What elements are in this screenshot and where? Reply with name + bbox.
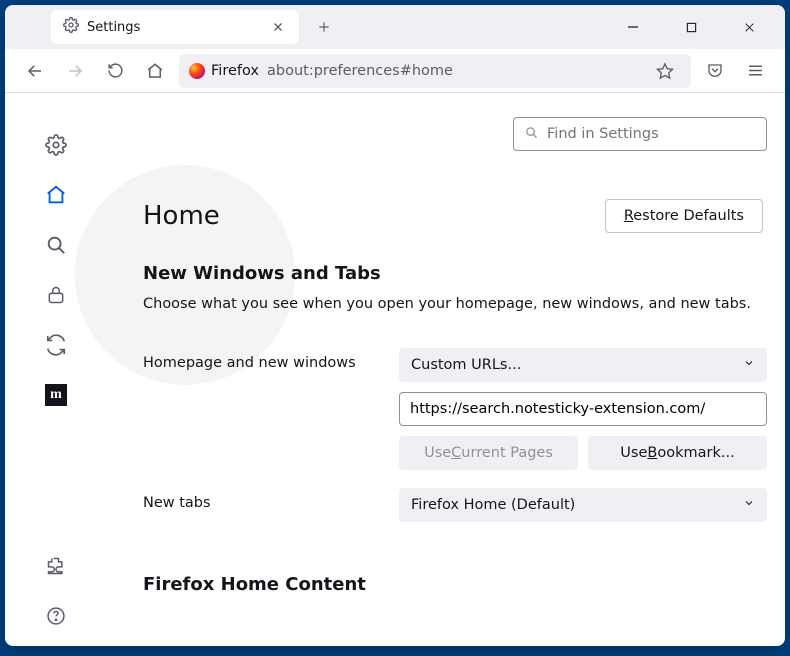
select-value: Firefox Home (Default) — [411, 497, 575, 513]
sidebar-item-more[interactable]: m — [44, 383, 68, 407]
close-tab-icon[interactable] — [269, 18, 287, 36]
homepage-label: Homepage and new windows — [143, 348, 385, 371]
urlbar-path: about:preferences#home — [267, 63, 453, 79]
sidebar-item-general[interactable] — [44, 133, 68, 157]
sidebar-item-extensions[interactable] — [44, 554, 68, 578]
chevron-down-icon — [743, 497, 755, 513]
firefox-icon — [189, 63, 205, 79]
bookmark-star-icon[interactable] — [649, 55, 681, 87]
settings-sidebar: m — [5, 93, 107, 646]
sidebar-item-search[interactable] — [44, 233, 68, 257]
settings-search-input[interactable] — [547, 126, 756, 142]
homepage-url-input[interactable] — [410, 393, 756, 425]
nav-toolbar: Firefox about:preferences#home — [5, 49, 785, 93]
new-tab-button[interactable] — [309, 12, 339, 42]
tab-title: Settings — [87, 20, 140, 35]
sidebar-item-home[interactable] — [44, 183, 68, 207]
chevron-down-icon — [743, 357, 755, 373]
gear-icon — [63, 17, 79, 37]
reload-button[interactable] — [99, 55, 131, 87]
search-icon — [524, 125, 539, 144]
window-maximize-button[interactable] — [671, 7, 711, 47]
back-button[interactable] — [19, 55, 51, 87]
newtabs-label: New tabs — [143, 488, 385, 511]
select-value: Custom URLs... — [411, 357, 521, 373]
firefox-window: Settings — [5, 5, 785, 646]
tab-strip: Settings — [5, 5, 785, 49]
app-menu-button[interactable] — [739, 55, 771, 87]
forward-button[interactable] — [59, 55, 91, 87]
use-current-pages-button[interactable]: Use Current Pages — [399, 436, 578, 470]
section-description: Choose what you see when you open your h… — [143, 294, 767, 316]
window-minimize-button[interactable] — [613, 7, 653, 47]
sidebar-item-sync[interactable] — [44, 333, 68, 357]
page-title: Home — [143, 201, 220, 231]
sidebar-item-help[interactable] — [44, 604, 68, 628]
sidebar-item-privacy[interactable] — [44, 283, 68, 307]
pocket-icon[interactable] — [699, 55, 731, 87]
tab-settings[interactable]: Settings — [51, 10, 299, 44]
newtabs-select[interactable]: Firefox Home (Default) — [399, 488, 767, 522]
homepage-url-input-wrap[interactable] — [399, 392, 767, 426]
restore-defaults-button[interactable]: Restore Defaults — [605, 199, 763, 233]
urlbar-identity-label: Firefox — [211, 63, 259, 79]
home-button[interactable] — [139, 55, 171, 87]
window-close-button[interactable] — [729, 7, 769, 47]
section-title-home-content: Firefox Home Content — [143, 574, 767, 595]
site-identity: Firefox — [189, 63, 259, 79]
section-title-new-windows: New Windows and Tabs — [143, 263, 767, 284]
url-bar[interactable]: Firefox about:preferences#home — [179, 54, 691, 88]
m-logo-icon: m — [45, 384, 67, 406]
settings-main: Home Restore Defaults New Windows and Ta… — [107, 93, 785, 646]
settings-search-box[interactable] — [513, 117, 767, 151]
homepage-mode-select[interactable]: Custom URLs... — [399, 348, 767, 382]
use-bookmark-button[interactable]: Use Bookmark... — [588, 436, 767, 470]
